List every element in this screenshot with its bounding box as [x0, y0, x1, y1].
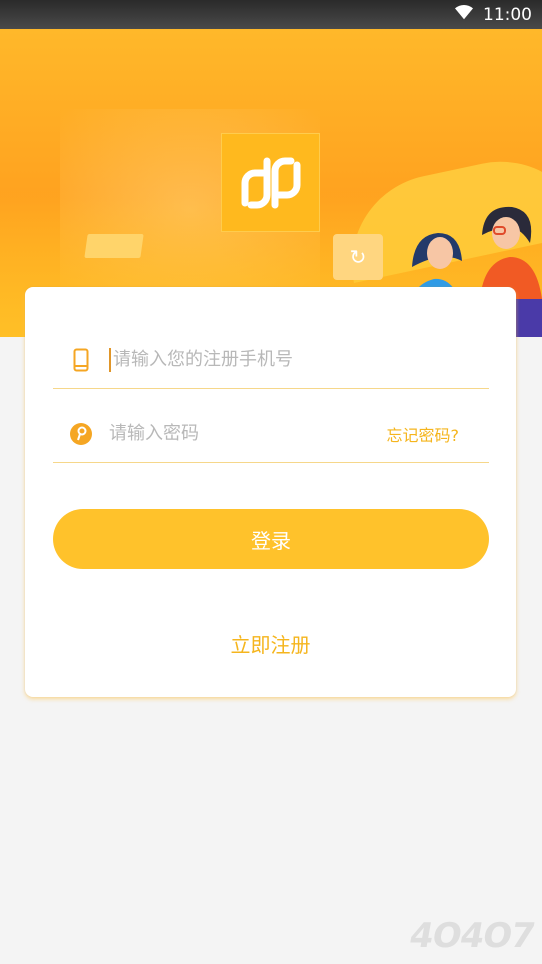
- login-card: 忘记密码? 登录 立即注册: [25, 287, 516, 697]
- password-input[interactable]: [109, 423, 387, 444]
- login-button[interactable]: 登录: [53, 509, 489, 569]
- phone-input[interactable]: [109, 347, 489, 372]
- status-bar: 11:00: [0, 0, 542, 29]
- watermark-logo: 4O4O7: [406, 916, 538, 956]
- app-logo: [221, 133, 320, 232]
- laptop-illustration: ↻: [333, 234, 383, 280]
- password-field: 忘记密码?: [53, 405, 489, 463]
- phone-icon: [53, 348, 109, 372]
- key-icon: [53, 422, 109, 446]
- wifi-icon: [453, 3, 475, 26]
- clock: 11:00: [483, 4, 532, 25]
- phone-field: [53, 331, 489, 389]
- laptop-illustration: [84, 234, 144, 258]
- forgot-password-link[interactable]: 忘记密码?: [387, 422, 490, 446]
- register-link[interactable]: 立即注册: [25, 629, 516, 658]
